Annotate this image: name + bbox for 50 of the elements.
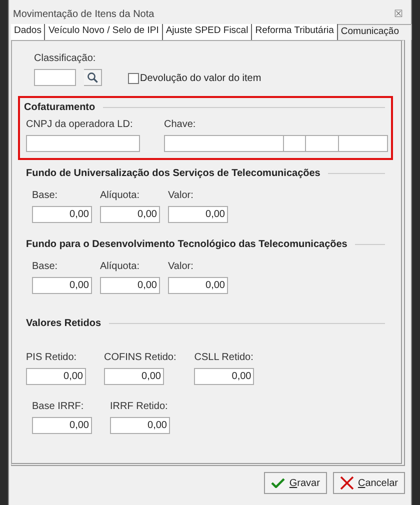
number-field[interactable]: 0,00 bbox=[110, 417, 170, 434]
field-label: Base IRRF: bbox=[32, 401, 85, 412]
tab[interactable]: Ajuste SPED Fiscal bbox=[162, 24, 252, 40]
save-button[interactable]: Gravar bbox=[264, 472, 327, 494]
field-label: Base: bbox=[32, 261, 59, 272]
cnpj-field[interactable] bbox=[26, 135, 140, 152]
tab[interactable]: Reforma Tributária bbox=[252, 24, 338, 40]
cancel-button[interactable]: Cancelar bbox=[332, 472, 405, 494]
number-field[interactable]: 0,00 bbox=[194, 368, 254, 385]
field-label: Classificação: bbox=[34, 53, 97, 64]
key-segment-field[interactable] bbox=[338, 135, 388, 152]
check-icon bbox=[271, 478, 286, 488]
field-label: Valor: bbox=[168, 190, 194, 201]
section-title: Cofaturamento bbox=[24, 102, 96, 113]
field-label: CSLL Retido: bbox=[194, 352, 254, 363]
field-label: Alíquota: bbox=[100, 190, 140, 201]
number-field[interactable]: 0,00 bbox=[104, 368, 164, 385]
number-field[interactable]: 0,00 bbox=[168, 206, 228, 223]
classification-field[interactable] bbox=[34, 69, 76, 86]
field-label: Chave: bbox=[164, 119, 197, 130]
field-label: Base: bbox=[32, 190, 59, 201]
key-segment-field[interactable] bbox=[305, 135, 339, 152]
window-title: Movimentação de Itens da Nota bbox=[13, 8, 154, 20]
section-title: Fundo de Universalização dos Serviços de Telecomunicações bbox=[26, 168, 320, 179]
number-field[interactable]: 0,00 bbox=[26, 368, 86, 385]
field-label: Alíquota: bbox=[100, 261, 140, 272]
checkbox[interactable] bbox=[128, 73, 139, 84]
number-field[interactable]: 0,00 bbox=[168, 277, 228, 294]
field-label: Valor: bbox=[168, 261, 194, 272]
field-label: COFINS Retido: bbox=[104, 352, 176, 363]
checkbox-label: Devolução do valor do item bbox=[140, 73, 262, 84]
field-label: IRRF Retido: bbox=[110, 401, 169, 412]
number-field[interactable]: 0,00 bbox=[100, 206, 160, 223]
field-label: CNPJ da operadora LD: bbox=[26, 119, 134, 130]
search-button[interactable] bbox=[84, 69, 102, 86]
close-button[interactable]: ☒ bbox=[394, 8, 403, 20]
section-title: Fundo para o Desenvolvimento Tecnológico das Telecomunicações bbox=[26, 239, 348, 250]
field-label: PIS Retido: bbox=[26, 352, 78, 363]
search-icon bbox=[87, 72, 98, 83]
close-icon bbox=[340, 476, 354, 490]
number-field[interactable]: 0,00 bbox=[32, 417, 92, 434]
number-field[interactable]: 0,00 bbox=[100, 277, 160, 294]
section-title: Valores Retidos bbox=[26, 318, 102, 329]
key-segment-field[interactable] bbox=[283, 135, 306, 152]
number-field[interactable]: 0,00 bbox=[32, 206, 92, 223]
tab[interactable]: Comunicação bbox=[338, 24, 412, 40]
tab[interactable]: Dados bbox=[11, 24, 46, 40]
tab[interactable]: Veículo Novo / Selo de IPI bbox=[45, 24, 163, 40]
number-field[interactable]: 0,00 bbox=[32, 277, 92, 294]
key-segment-field[interactable] bbox=[164, 135, 284, 152]
